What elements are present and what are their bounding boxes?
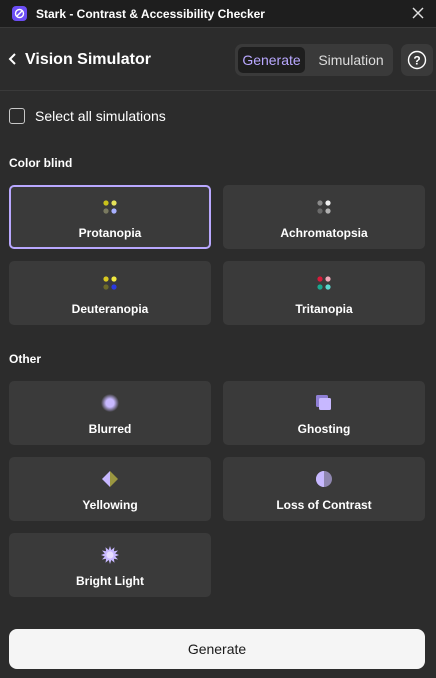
back-chevron-icon[interactable] [7, 52, 19, 66]
card-label: Achromatopsia [280, 226, 368, 240]
card-protanopia[interactable]: Protanopia [9, 185, 211, 249]
close-icon[interactable] [410, 5, 426, 21]
card-ghosting[interactable]: Ghosting [223, 381, 425, 445]
title-bar: Stark - Contrast & Accessibility Checker [0, 0, 436, 28]
card-tritanopia[interactable]: Tritanopia [223, 261, 425, 325]
tritanopia-dots-icon [317, 276, 331, 290]
bright-light-icon [101, 546, 119, 564]
page-header: Vision Simulator Generate Simulation ? [0, 28, 436, 91]
help-button[interactable]: ? [401, 44, 433, 76]
card-label: Protanopia [78, 226, 142, 240]
card-deuteranopia[interactable]: Deuteranopia [9, 261, 211, 325]
loss-of-contrast-icon [316, 471, 332, 487]
stark-logo-icon [12, 6, 27, 21]
card-label: Bright Light [76, 574, 144, 588]
tab-simulation[interactable]: Simulation [311, 47, 391, 73]
section-label-other: Other [9, 352, 42, 366]
select-all-checkbox[interactable] [9, 108, 25, 124]
card-yellowing[interactable]: Yellowing [9, 457, 211, 521]
select-all-label: Select all simulations [35, 108, 166, 124]
tab-generate[interactable]: Generate [238, 47, 305, 73]
card-label: Deuteranopia [71, 302, 149, 316]
select-all-row[interactable]: Select all simulations [9, 108, 166, 124]
card-bright-light[interactable]: Bright Light [9, 533, 211, 597]
ghosting-icon [316, 395, 331, 410]
card-label: Tritanopia [295, 302, 353, 316]
svg-text:?: ? [413, 54, 420, 68]
protanopia-dots-icon [103, 200, 117, 214]
card-blurred[interactable]: Blurred [9, 381, 211, 445]
card-label: Blurred [88, 422, 132, 436]
card-loss-of-contrast[interactable]: Loss of Contrast [223, 457, 425, 521]
generate-button[interactable]: Generate [9, 629, 425, 669]
card-label: Loss of Contrast [276, 498, 372, 512]
mode-segmented-control: Generate Simulation [235, 44, 393, 76]
achromatopsia-dots-icon [317, 200, 331, 214]
window-title: Stark - Contrast & Accessibility Checker [36, 7, 265, 21]
card-label: Ghosting [297, 422, 351, 436]
page-title: Vision Simulator [25, 51, 151, 68]
yellowing-icon [102, 471, 118, 487]
blurred-icon [101, 394, 119, 412]
card-label: Yellowing [82, 498, 138, 512]
deuteranopia-dots-icon [103, 276, 117, 290]
help-icon: ? [407, 50, 427, 70]
section-label-color-blind: Color blind [9, 156, 73, 170]
card-achromatopsia[interactable]: Achromatopsia [223, 185, 425, 249]
